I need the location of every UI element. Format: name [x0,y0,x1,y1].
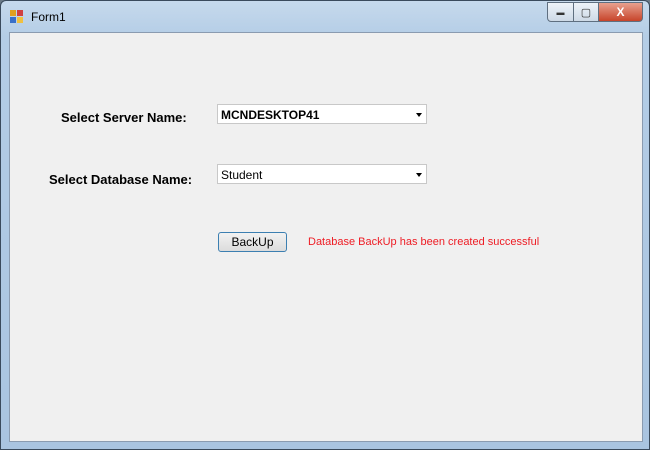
close-icon: X [616,5,625,19]
window-title: Form1 [31,10,66,24]
title-bar[interactable]: Form1 ▬ ▢ X [1,1,649,31]
minimize-button[interactable]: ▬ [547,2,574,22]
backup-button[interactable]: BackUp [218,232,287,252]
server-name-label: Select Server Name: [61,110,187,125]
form-client-area: Select Server Name: MCNDESKTOP41 Select … [9,32,643,442]
close-button[interactable]: X [599,2,643,22]
database-name-combobox[interactable]: Student [217,164,427,184]
server-name-combobox[interactable]: MCNDESKTOP41 [217,104,427,124]
maximize-button[interactable]: ▢ [574,2,599,22]
server-name-value: MCNDESKTOP41 [221,108,320,122]
maximize-icon: ▢ [580,6,592,19]
chevron-down-icon[interactable] [416,113,422,117]
form1-window: Form1 ▬ ▢ X Select Server Name: MCNDESKT… [0,0,650,450]
chevron-down-icon[interactable] [416,173,422,177]
database-name-value: Student [221,168,263,182]
database-name-label: Select Database Name: [49,172,193,187]
status-message: Database BackUp has been created success… [308,236,540,248]
minimize-icon: ▬ [556,7,565,17]
app-icon [10,10,24,23]
